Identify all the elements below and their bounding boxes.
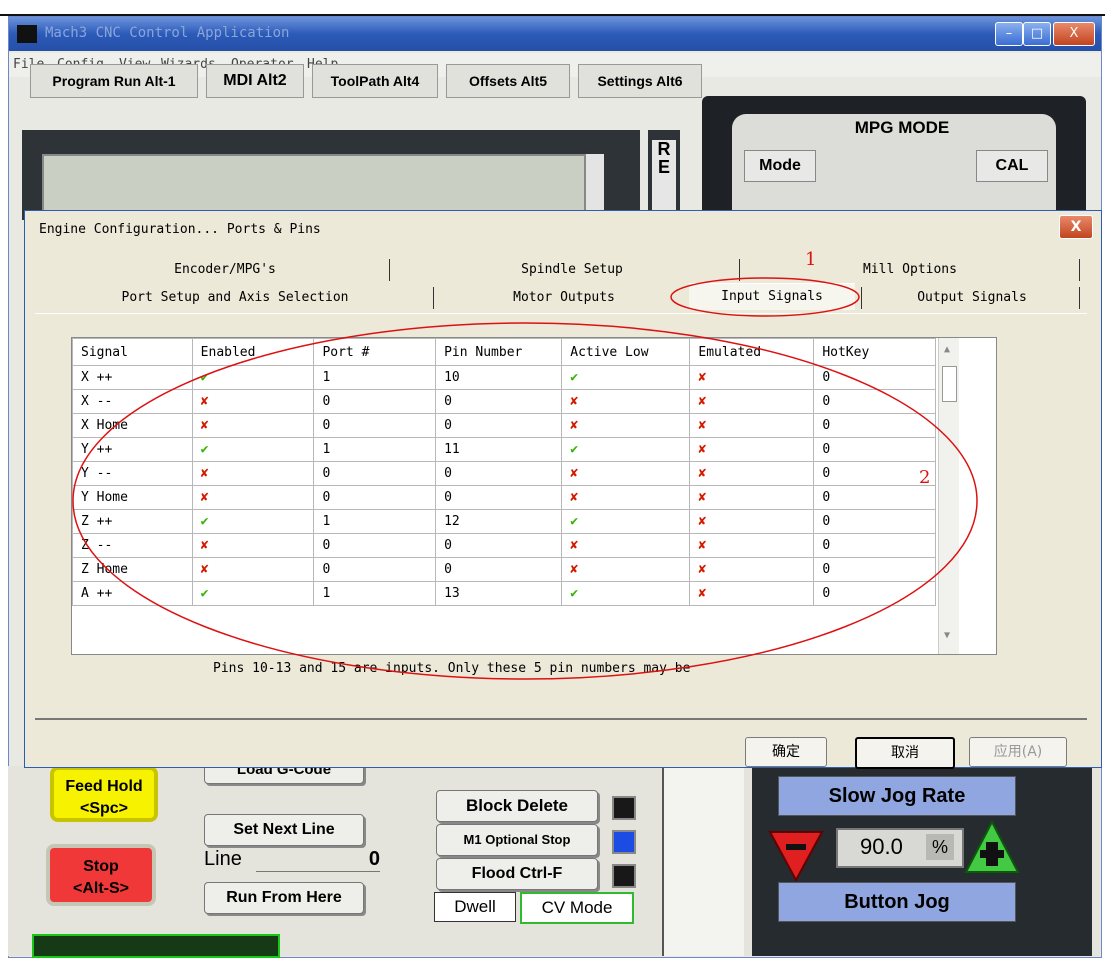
ref-label[interactable]: R E: [652, 140, 676, 220]
tab-divider: [1079, 287, 1080, 309]
mpg-face: MPG MODE Mode CAL: [732, 114, 1056, 224]
button-jog-label: Button Jog: [778, 882, 1016, 922]
title-bar: Mach3 CNC Control Application – □ X: [9, 17, 1101, 51]
mpg-panel: MPG MODE Mode CAL: [702, 96, 1086, 224]
tab-port-setup[interactable]: Port Setup and Axis Selection: [45, 287, 425, 309]
app-title: Mach3 CNC Control Application: [45, 25, 290, 41]
m1-optional-stop-led: [612, 830, 636, 854]
jog-increase-icon[interactable]: [962, 818, 1022, 878]
annotation-circle-grid: [72, 322, 978, 680]
minimize-button[interactable]: –: [995, 22, 1023, 46]
gcode-panel: [22, 130, 640, 220]
jog-rate-value: 90.0: [860, 834, 903, 859]
feed-hold-button[interactable]: Feed Hold <Spc>: [50, 766, 158, 822]
tab-output-signals[interactable]: Output Signals: [867, 287, 1077, 309]
stop-button[interactable]: Stop <Alt-S>: [46, 844, 156, 906]
green-status-bar: [32, 934, 280, 958]
mpg-mode-button[interactable]: Mode: [744, 150, 816, 182]
top-strip: [0, 0, 1105, 16]
annotation-1: 1: [805, 249, 817, 270]
ref-panel: R E: [648, 130, 680, 220]
tab-mdi[interactable]: MDI Alt2: [206, 64, 304, 98]
jog-decrease-icon[interactable]: [766, 826, 826, 886]
slow-jog-rate-label: Slow Jog Rate: [778, 776, 1016, 816]
cv-mode-indicator: CV Mode: [520, 892, 634, 924]
jog-panel: Slow Jog Rate 90.0 % Button Jog: [752, 766, 1092, 956]
set-next-line-button[interactable]: Set Next Line: [204, 814, 364, 846]
apply-button: 应用(A): [969, 737, 1067, 767]
dialog-title-bar: Engine Configuration... Ports & Pins X: [25, 211, 1101, 245]
line-label: Line: [204, 848, 242, 870]
mpg-cal-button[interactable]: CAL: [976, 150, 1048, 182]
tab-divider: [1079, 259, 1080, 281]
block-delete-button[interactable]: Block Delete: [436, 790, 598, 822]
dro-fragment: [662, 766, 744, 956]
mpg-title: MPG MODE: [854, 118, 950, 137]
line-value[interactable]: 0: [256, 848, 380, 872]
dialog-close-button[interactable]: X: [1059, 215, 1093, 239]
flood-led: [612, 864, 636, 888]
jog-rate-field[interactable]: 90.0 %: [836, 828, 964, 868]
tab-encoder-mpg[interactable]: Encoder/MPG's: [75, 259, 375, 281]
dwell-indicator: Dwell: [434, 892, 516, 922]
cancel-button[interactable]: 取消: [855, 737, 955, 769]
flood-button[interactable]: Flood Ctrl-F: [436, 858, 598, 890]
gcode-display: [42, 154, 586, 218]
tab-divider: [433, 287, 434, 309]
app-icon: [17, 25, 37, 43]
tab-divider: [389, 259, 390, 281]
annotation-circle-tab: [670, 277, 860, 317]
ok-button[interactable]: 确定: [745, 737, 827, 767]
dialog-title: Engine Configuration... Ports & Pins: [39, 222, 321, 237]
run-from-here-button[interactable]: Run From Here: [204, 882, 364, 914]
tab-toolpath[interactable]: ToolPath Alt4: [312, 64, 438, 98]
maximize-button[interactable]: □: [1023, 22, 1051, 46]
close-button[interactable]: X: [1053, 22, 1095, 46]
tab-program-run[interactable]: Program Run Alt-1: [30, 64, 198, 98]
jog-rate-unit: %: [926, 834, 954, 860]
ports-pins-dialog: Engine Configuration... Ports & Pins X E…: [24, 210, 1102, 769]
m1-optional-stop-button[interactable]: M1 Optional Stop: [436, 824, 598, 856]
gcode-scrollbar[interactable]: [586, 154, 604, 214]
tab-settings[interactable]: Settings Alt6: [578, 64, 702, 98]
block-delete-led: [612, 796, 636, 820]
tab-motor-outputs[interactable]: Motor Outputs: [439, 287, 689, 309]
tab-offsets[interactable]: Offsets Alt5: [446, 64, 570, 98]
